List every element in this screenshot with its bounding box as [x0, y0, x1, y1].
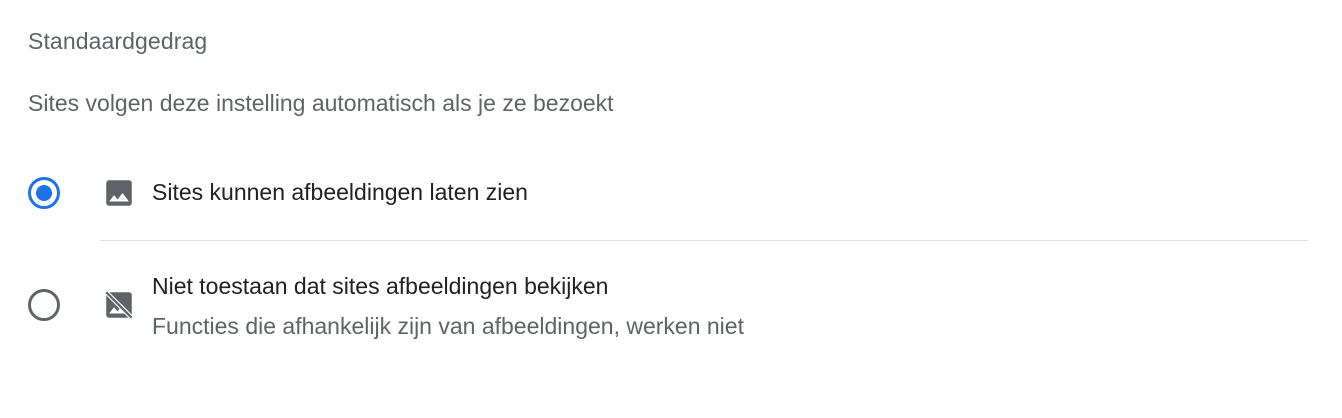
divider	[100, 240, 1308, 241]
section-title: Standaardgedrag	[28, 28, 208, 54]
option-block-images-label: Niet toestaan dat sites afbeeldingen bek…	[152, 273, 609, 299]
section-description: Sites volgen deze instelling automatisch…	[28, 90, 614, 116]
image-icon	[102, 176, 136, 210]
option-block-images[interactable]: Niet toestaan dat sites afbeeldingen bek…	[0, 242, 1342, 362]
radio-block-images[interactable]	[28, 289, 60, 321]
option-allow-images[interactable]: Sites kunnen afbeeldingen laten zien	[0, 160, 1342, 240]
image-blocked-icon	[102, 288, 136, 322]
radio-allow-images[interactable]	[28, 177, 60, 209]
option-block-images-sublabel: Functies die afhankelijk zijn van afbeel…	[152, 313, 744, 339]
option-allow-images-label: Sites kunnen afbeeldingen laten zien	[152, 179, 528, 205]
